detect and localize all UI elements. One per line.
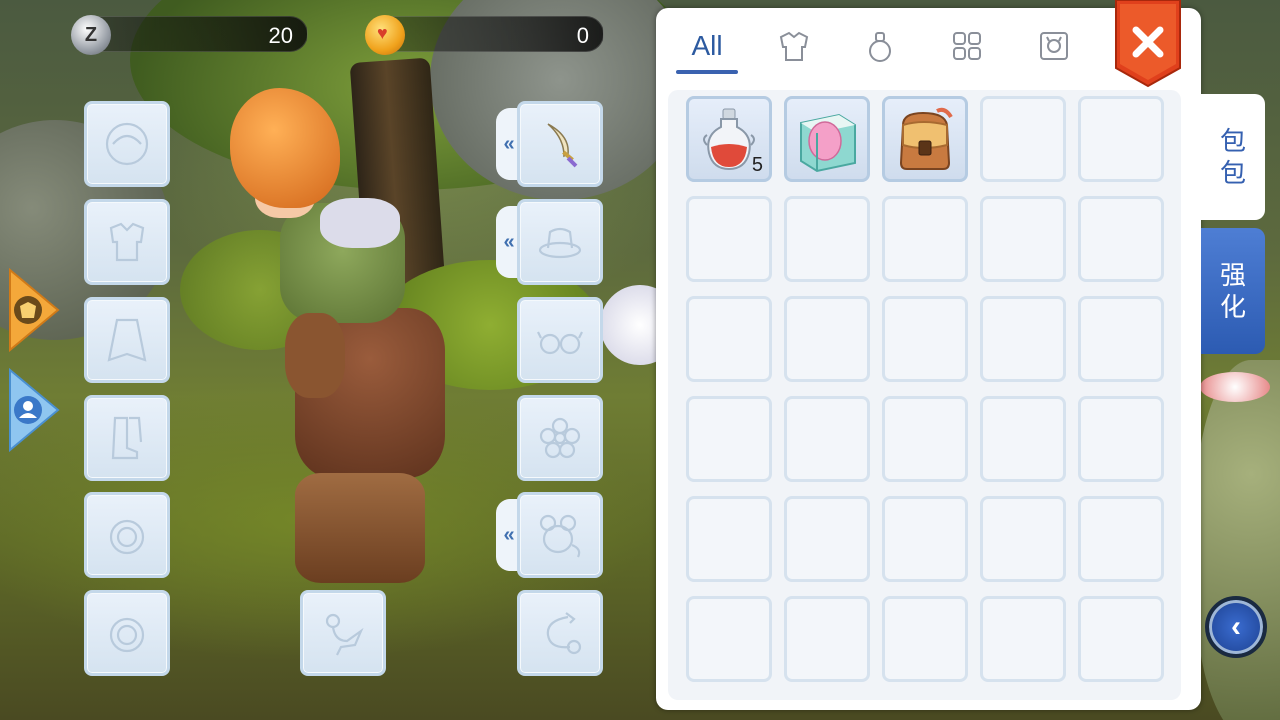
ring-icon <box>109 617 145 653</box>
helmet-icon <box>105 122 149 166</box>
inventory-slot-empty[interactable] <box>980 496 1066 582</box>
egg-box-icon <box>800 113 856 173</box>
weapon-slot[interactable] <box>517 101 603 187</box>
inventory-slot-empty[interactable] <box>980 196 1066 282</box>
sword-icon <box>547 123 578 168</box>
inventory-slot-empty[interactable] <box>980 396 1066 482</box>
pet-slot[interactable] <box>517 492 603 578</box>
side-tab-bag[interactable]: 包包 <box>1201 94 1265 220</box>
zeny-bar: Z 20 <box>71 15 308 55</box>
rock <box>1195 360 1280 720</box>
flower-icon <box>539 417 581 459</box>
bag-panel: All 5 <box>656 8 1201 710</box>
cat-coin-bar: 0 <box>365 15 604 55</box>
tail-slot[interactable] <box>517 590 603 676</box>
hat-slot[interactable] <box>517 199 603 285</box>
inventory-slot-empty[interactable] <box>1078 596 1164 682</box>
headgear-slot[interactable] <box>84 101 170 187</box>
armor-slot[interactable] <box>84 199 170 285</box>
character-glove <box>285 313 345 398</box>
tab-card[interactable] <box>1034 26 1074 66</box>
inventory-slot-empty[interactable] <box>686 496 772 582</box>
inventory-slot-empty[interactable] <box>882 196 968 282</box>
tab-misc[interactable] <box>947 26 987 66</box>
inventory-grid: 5 <box>668 90 1181 700</box>
inventory-slot-empty[interactable] <box>784 196 870 282</box>
inventory-slot-empty[interactable] <box>784 596 870 682</box>
tab-potion[interactable] <box>860 26 900 66</box>
pink-creature <box>1200 372 1270 402</box>
armor-tab-icon <box>779 31 809 61</box>
inventory-slot-empty[interactable] <box>882 596 968 682</box>
tab-all[interactable]: All <box>676 26 738 66</box>
inventory-slot-empty[interactable] <box>686 396 772 482</box>
boots-icon <box>111 416 143 460</box>
ring-slot[interactable] <box>84 492 170 578</box>
zeny-value: 20 <box>268 23 293 48</box>
close-button[interactable] <box>1114 0 1182 88</box>
grid-tab-icon <box>953 32 981 60</box>
glasses-slot[interactable] <box>517 297 603 383</box>
cat-coin-value: 0 <box>576 23 589 48</box>
inventory-slot-empty[interactable] <box>882 496 968 582</box>
tail-icon <box>546 612 582 655</box>
mouse-pet-icon <box>539 514 581 558</box>
bird-mount-slot[interactable] <box>300 590 386 676</box>
inventory-slot-empty[interactable] <box>882 296 968 382</box>
cat-coin-icon <box>365 15 405 55</box>
character-boots <box>295 473 425 583</box>
inventory-slot-empty[interactable] <box>1078 96 1164 182</box>
boots-slot[interactable] <box>84 395 170 481</box>
inventory-slot-empty[interactable] <box>1078 196 1164 282</box>
cape-slot[interactable] <box>84 297 170 383</box>
inventory-slot-empty[interactable] <box>1078 496 1164 582</box>
inventory-slot-empty[interactable] <box>1078 296 1164 382</box>
side-tab-enhance[interactable]: 强化 <box>1201 228 1265 354</box>
inventory-item-red-potion[interactable]: 5 <box>686 96 772 182</box>
ring-icon <box>109 519 145 555</box>
inventory-slot-empty[interactable] <box>686 296 772 382</box>
inventory-slot-empty[interactable] <box>980 96 1066 182</box>
inventory-slot-empty[interactable] <box>980 296 1066 382</box>
side-tab-bag-label: 包包 <box>1219 126 1246 188</box>
person-icon <box>23 401 33 411</box>
inventory-item-backpack[interactable] <box>882 96 968 182</box>
inventory-slot-empty[interactable] <box>1078 396 1164 482</box>
side-tab-enhance-label: 强化 <box>1219 260 1246 322</box>
armor-icon <box>109 222 145 262</box>
inventory-slot-empty[interactable] <box>980 596 1066 682</box>
character-shoulder-pad <box>320 198 400 248</box>
backpack-icon <box>899 107 953 170</box>
inventory-slot-empty[interactable] <box>882 396 968 482</box>
player-character[interactable] <box>225 88 455 588</box>
inventory-slot-empty[interactable] <box>784 296 870 382</box>
tab-armor[interactable] <box>774 26 814 66</box>
potion-tab-icon <box>869 32 891 62</box>
cape-icon <box>107 318 147 362</box>
inventory-item-egg-box[interactable] <box>784 96 870 182</box>
inventory-slot-empty[interactable] <box>686 196 772 282</box>
zeny-coin-icon: Z <box>71 15 111 55</box>
hat-icon <box>538 227 582 259</box>
bird-icon <box>325 613 364 656</box>
costume-arrow-button[interactable] <box>8 268 60 352</box>
inventory-slot-empty[interactable] <box>686 596 772 682</box>
card-tab-icon <box>1040 32 1068 60</box>
flower-slot[interactable] <box>517 395 603 481</box>
ring-slot-2[interactable] <box>84 590 170 676</box>
chevron-left-icon: ‹ <box>1231 610 1241 643</box>
back-button[interactable]: ‹ <box>1205 596 1267 658</box>
inventory-slot-empty[interactable] <box>784 396 870 482</box>
character-arrow-button[interactable] <box>8 368 60 452</box>
character-hair <box>230 88 340 208</box>
glasses-icon <box>537 331 583 355</box>
item-quantity: 5 <box>751 154 763 176</box>
inventory-slot-empty[interactable] <box>784 496 870 582</box>
active-tab-indicator <box>676 70 738 74</box>
